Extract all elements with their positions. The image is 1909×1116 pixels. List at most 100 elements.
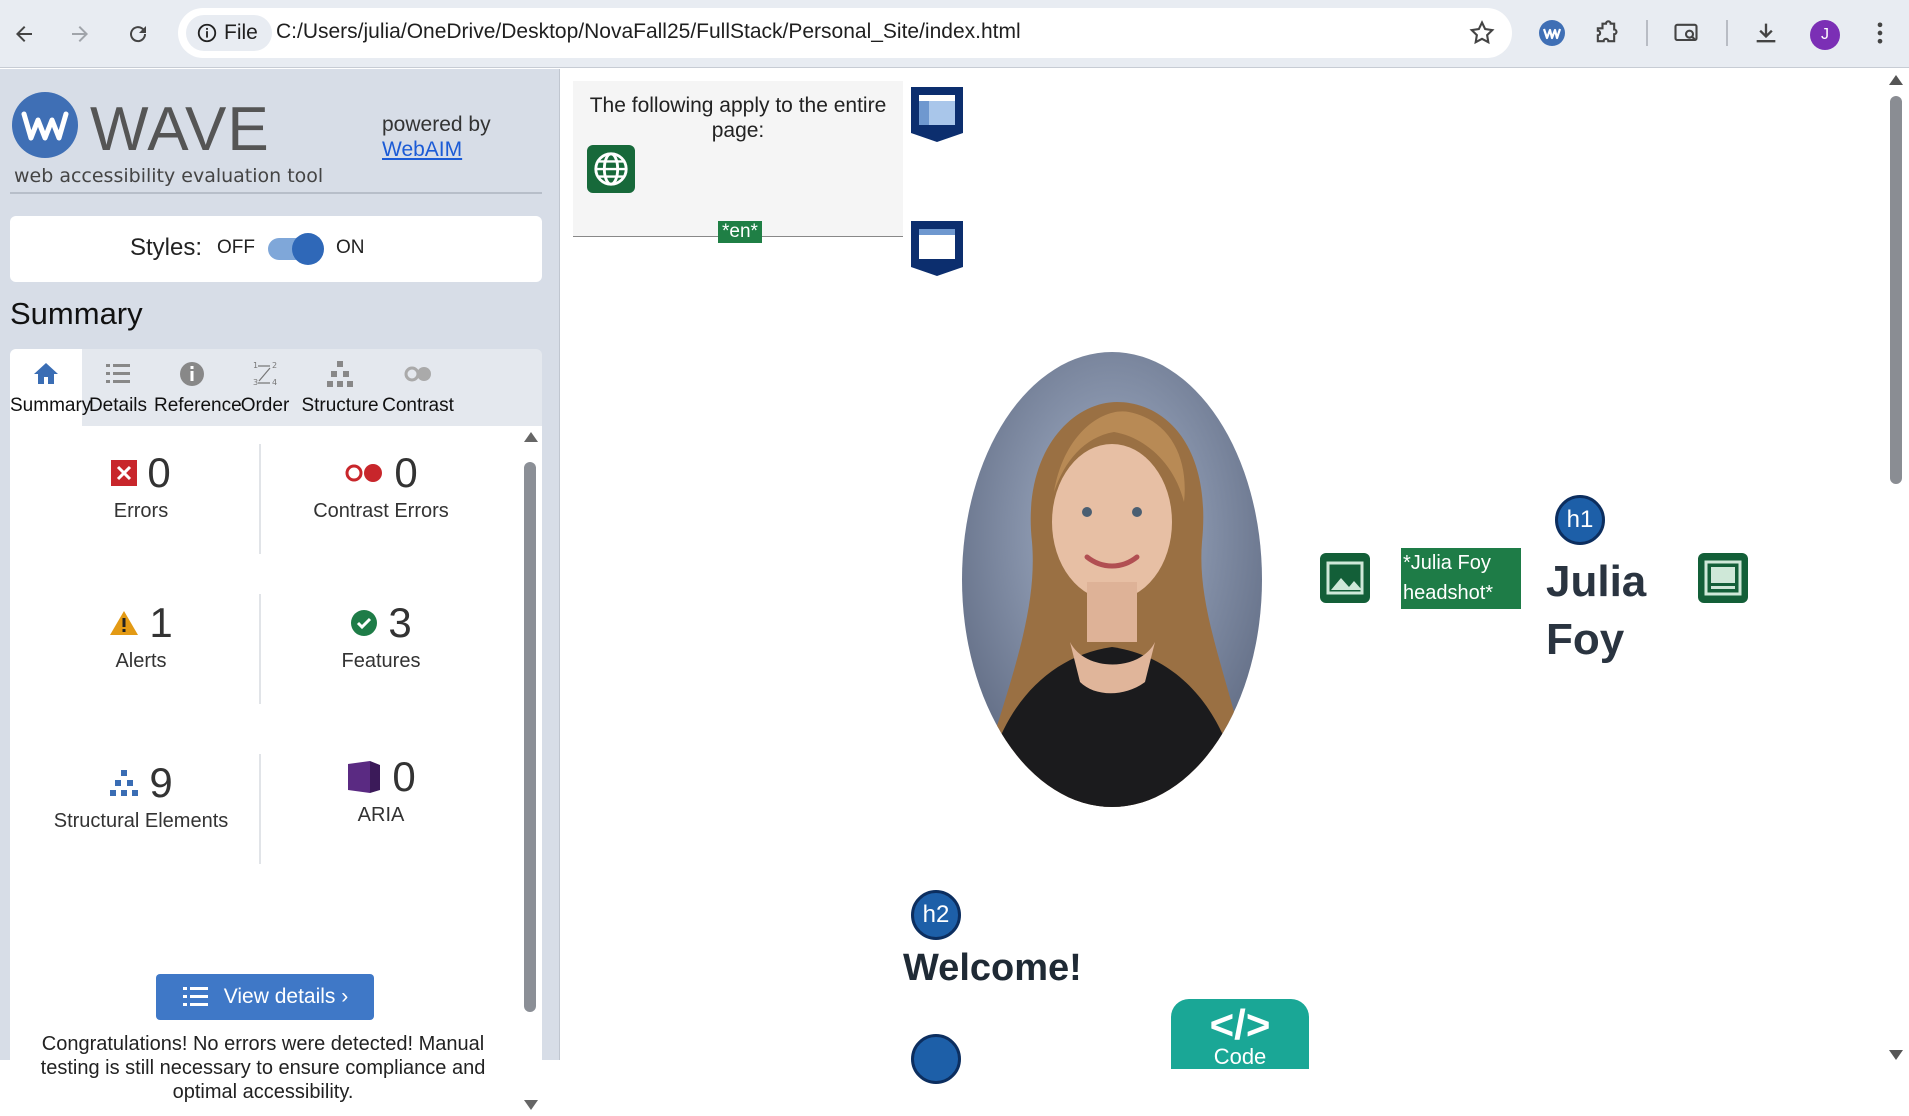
figure-icon — [1704, 560, 1742, 596]
structural-elements-stat[interactable]: 9 Structural Elements — [26, 758, 256, 833]
tab-label: Details — [88, 395, 148, 416]
wave-extension-icon — [1539, 20, 1565, 46]
cast-search-button[interactable] — [1668, 15, 1704, 51]
address-bar[interactable]: File C:/Users/julia/OneDrive/Desktop/Nov… — [178, 8, 1512, 58]
features-label: Features — [341, 650, 421, 672]
reload-icon — [130, 26, 147, 43]
h2-heading-badge[interactable]: h2 — [911, 890, 961, 940]
alerts-stat[interactable]: 1 Alerts — [26, 598, 256, 673]
svg-text:4: 4 — [272, 378, 277, 387]
page-content: The following apply to the entire page: … — [561, 69, 1909, 1084]
summary-panel: 0 Errors 0 Contrast Errors 1 Alerts 3 Fe… — [10, 426, 542, 1116]
tab-details[interactable]: Details — [82, 349, 154, 426]
styles-toggle-panel: Styles: OFF ON — [10, 216, 542, 282]
page-scrollbar-thumb[interactable] — [1890, 96, 1902, 484]
language-feature-icon[interactable] — [587, 145, 635, 193]
aria-stat[interactable]: 0 ARIA — [266, 752, 496, 827]
tab-label: Contrast — [382, 395, 454, 416]
structure-icon — [110, 770, 139, 796]
wave-subtitle: web accessibility evaluation tool — [14, 165, 324, 187]
view-details-label: View details › — [223, 985, 349, 1008]
h1-heading-badge[interactable]: h1 — [1555, 495, 1605, 545]
info-icon — [197, 23, 217, 43]
reload-button[interactable] — [118, 14, 158, 54]
landmark-region-icon[interactable] — [909, 85, 965, 143]
forward-button[interactable] — [60, 14, 100, 54]
errors-stat[interactable]: 0 Errors — [26, 448, 256, 523]
tab-summary[interactable]: Summary — [10, 349, 91, 426]
divider — [259, 754, 261, 864]
tab-structure[interactable]: Structure — [300, 349, 380, 426]
structural-label: Structural Elements — [53, 810, 229, 832]
scroll-up-arrow[interactable] — [524, 432, 538, 442]
tab-label: Reference — [154, 395, 242, 416]
wave-logo-text: WAVE — [90, 95, 270, 164]
alerts-count: 1 — [149, 599, 173, 646]
tab-reference[interactable]: Reference — [154, 349, 242, 426]
figure-feature-icon[interactable] — [1698, 553, 1748, 603]
alt-text-tag: *Julia Foy headshot* — [1401, 548, 1521, 609]
browser-menu-button[interactable] — [1862, 15, 1898, 51]
download-icon — [1756, 23, 1776, 43]
contrast-icon — [404, 366, 431, 382]
info-icon — [180, 362, 204, 386]
page-heading: Julia Foy — [1546, 553, 1646, 669]
tab-label: Summary — [10, 395, 92, 416]
wave-extension-button[interactable] — [1534, 15, 1570, 51]
structure-icon — [327, 361, 353, 387]
list-icon — [106, 364, 130, 383]
order-icon: 1 2 3 4 — [253, 361, 277, 387]
code-tile[interactable]: </> Code — [1171, 999, 1309, 1069]
toggle-knob[interactable] — [292, 233, 324, 265]
heading-line: Foy — [1546, 615, 1625, 664]
contrast-errors-stat[interactable]: 0 Contrast Errors — [266, 448, 496, 523]
scroll-down-arrow[interactable] — [524, 1100, 538, 1110]
landmark-region-icon[interactable] — [909, 219, 965, 277]
tab-label: Order — [240, 395, 290, 416]
features-stat[interactable]: 3 Features — [266, 598, 496, 673]
page-scroll-up-arrow[interactable] — [1889, 75, 1903, 85]
tab-label: Structure — [301, 395, 379, 416]
profile-avatar[interactable]: J — [1810, 20, 1840, 50]
tab-contrast[interactable]: Contrast — [380, 349, 456, 426]
styles-toggle[interactable] — [268, 233, 324, 265]
contrast-errors-count: 0 — [394, 449, 418, 496]
page-scroll-down-arrow[interactable] — [1889, 1050, 1903, 1060]
image-alt-feature-icon[interactable] — [1320, 553, 1370, 603]
errors-count: 0 — [147, 449, 171, 496]
panel-scrollbar-thumb[interactable] — [524, 462, 536, 1012]
contrast-error-icon — [345, 464, 383, 482]
back-arrow-icon — [16, 26, 32, 42]
view-details-button[interactable]: View details › — [156, 974, 374, 1020]
code-label: Code — [1213, 1044, 1267, 1069]
back-button[interactable] — [4, 14, 44, 54]
webaim-link[interactable]: WebAIM — [382, 138, 462, 161]
headshot-image — [962, 352, 1262, 807]
divider — [10, 192, 542, 194]
forward-arrow-icon — [72, 26, 88, 42]
extensions-button[interactable] — [1588, 15, 1624, 51]
aria-count: 0 — [392, 753, 416, 800]
powered-by-label: powered by — [382, 113, 491, 136]
page-level-items-box: The following apply to the entire page: … — [573, 81, 903, 243]
styles-on-label: ON — [336, 237, 365, 258]
bookmark-star-icon[interactable] — [1468, 19, 1496, 47]
entire-page-text: The following apply to the entire page: — [589, 94, 887, 142]
contrast-errors-label: Contrast Errors — [313, 500, 449, 522]
welcome-heading: Welcome! — [903, 947, 1082, 989]
features-count: 3 — [388, 599, 412, 646]
tab-order[interactable]: 1 2 3 4 Order — [230, 349, 300, 426]
errors-label: Errors — [113, 500, 169, 522]
downloads-button[interactable] — [1748, 15, 1784, 51]
aria-label: ARIA — [357, 804, 405, 826]
chip-label: File — [224, 21, 258, 44]
url-text[interactable]: C:/Users/julia/OneDrive/Desktop/NovaFall… — [276, 20, 1021, 44]
list-structure-icon[interactable] — [911, 1034, 961, 1084]
image-icon — [1326, 561, 1364, 595]
language-tag: *en* — [718, 221, 762, 243]
svg-text:2: 2 — [272, 361, 277, 370]
site-info-chip[interactable]: File — [186, 15, 272, 51]
panel-title: Summary — [10, 296, 143, 331]
browser-toolbar: File C:/Users/julia/OneDrive/Desktop/Nov… — [0, 0, 1909, 68]
powered-by: powered by WebAIM — [382, 112, 491, 162]
